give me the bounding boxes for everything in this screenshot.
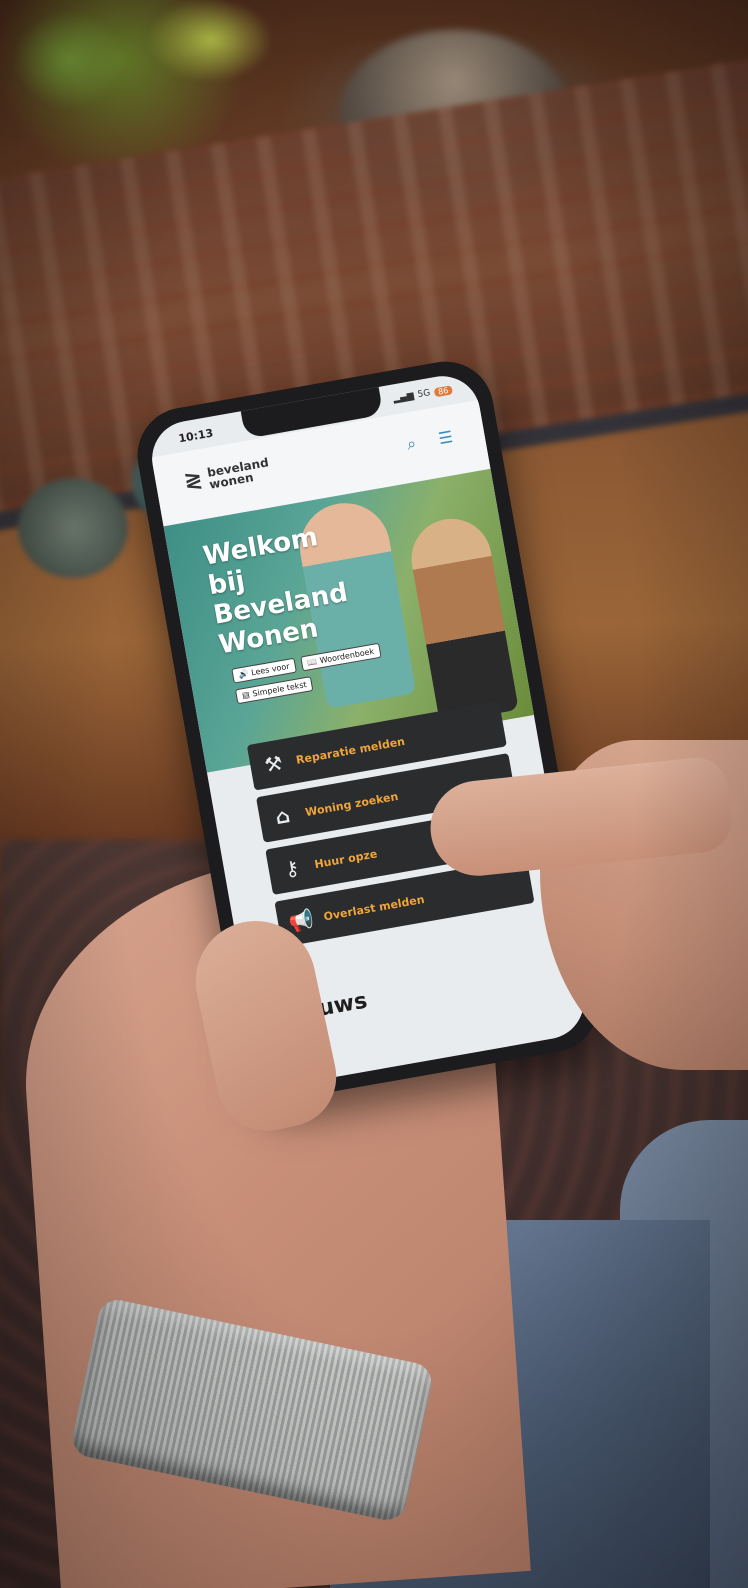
- action-label: Woning zoeken: [304, 789, 400, 819]
- action-label: Reparatie melden: [294, 734, 406, 767]
- hero-title: Welkom bij Beveland Wonen: [201, 519, 355, 660]
- logo-text: beveland wonen: [206, 455, 271, 491]
- action-label: Huur opze: [313, 846, 379, 871]
- action-label: Overlast melden: [322, 892, 426, 923]
- menu-icon[interactable]: ☰: [437, 427, 454, 448]
- document-icon: ▤: [241, 690, 251, 701]
- network-label: 5G: [416, 388, 432, 401]
- simple-text-label: Simpele tekst: [251, 680, 308, 699]
- read-aloud-label: Lees voor: [250, 661, 291, 678]
- battery-icon: 86: [433, 384, 453, 397]
- photo-scene: 10:13 ▂▄▆ 5G 86 ≷ beveland wonen ⌕ ☰ Wel…: [0, 0, 748, 1588]
- keys-icon: ⚷: [282, 855, 302, 882]
- background-plant: [10, 0, 270, 140]
- coaster: [18, 478, 128, 578]
- speaker-icon: 🔊: [237, 668, 250, 680]
- hero-photo-woman: [405, 512, 519, 724]
- search-icon[interactable]: ⌕: [405, 433, 417, 454]
- book-icon: 📖: [306, 656, 318, 668]
- site-logo[interactable]: ≷ beveland wonen: [182, 455, 272, 495]
- status-time: 10:13: [177, 426, 215, 446]
- house-search-icon: ⌂: [273, 803, 292, 830]
- signal-icon: ▂▄▆: [392, 391, 415, 405]
- tools-icon: ⚒: [262, 750, 285, 778]
- logo-icon: ≷: [182, 467, 205, 495]
- status-indicators: ▂▄▆ 5G 86: [392, 384, 453, 405]
